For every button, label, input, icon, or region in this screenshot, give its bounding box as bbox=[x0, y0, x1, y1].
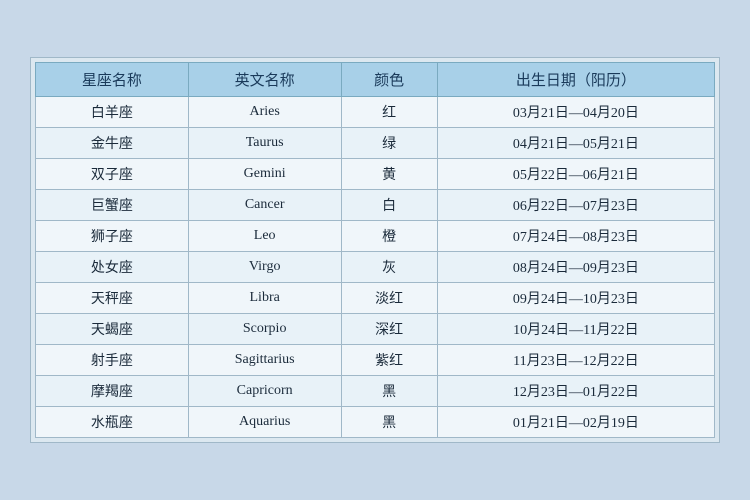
cell-chinese-name: 金牛座 bbox=[36, 128, 189, 159]
cell-english-name: Capricorn bbox=[188, 376, 341, 407]
table-row: 天蝎座Scorpio深红10月24日—11月22日 bbox=[36, 314, 715, 345]
cell-english-name: Gemini bbox=[188, 159, 341, 190]
cell-dates: 01月21日—02月19日 bbox=[437, 407, 714, 438]
cell-color: 黑 bbox=[341, 407, 437, 438]
cell-chinese-name: 双子座 bbox=[36, 159, 189, 190]
cell-english-name: Taurus bbox=[188, 128, 341, 159]
cell-dates: 07月24日—08月23日 bbox=[437, 221, 714, 252]
cell-chinese-name: 天蝎座 bbox=[36, 314, 189, 345]
table-row: 双子座Gemini黄05月22日—06月21日 bbox=[36, 159, 715, 190]
cell-chinese-name: 巨蟹座 bbox=[36, 190, 189, 221]
cell-color: 深红 bbox=[341, 314, 437, 345]
table-row: 狮子座Leo橙07月24日—08月23日 bbox=[36, 221, 715, 252]
cell-chinese-name: 狮子座 bbox=[36, 221, 189, 252]
table-row: 金牛座Taurus绿04月21日—05月21日 bbox=[36, 128, 715, 159]
cell-english-name: Virgo bbox=[188, 252, 341, 283]
table-row: 水瓶座Aquarius黑01月21日—02月19日 bbox=[36, 407, 715, 438]
cell-chinese-name: 水瓶座 bbox=[36, 407, 189, 438]
cell-dates: 11月23日—12月22日 bbox=[437, 345, 714, 376]
table-header-row: 星座名称 英文名称 颜色 出生日期（阳历） bbox=[36, 63, 715, 97]
cell-dates: 06月22日—07月23日 bbox=[437, 190, 714, 221]
cell-english-name: Scorpio bbox=[188, 314, 341, 345]
cell-english-name: Sagittarius bbox=[188, 345, 341, 376]
cell-chinese-name: 白羊座 bbox=[36, 97, 189, 128]
cell-color: 紫红 bbox=[341, 345, 437, 376]
cell-color: 红 bbox=[341, 97, 437, 128]
cell-color: 淡红 bbox=[341, 283, 437, 314]
cell-color: 灰 bbox=[341, 252, 437, 283]
cell-chinese-name: 射手座 bbox=[36, 345, 189, 376]
cell-dates: 12月23日—01月22日 bbox=[437, 376, 714, 407]
cell-dates: 10月24日—11月22日 bbox=[437, 314, 714, 345]
table-row: 射手座Sagittarius紫红11月23日—12月22日 bbox=[36, 345, 715, 376]
table-row: 摩羯座Capricorn黑12月23日—01月22日 bbox=[36, 376, 715, 407]
header-english-name: 英文名称 bbox=[188, 63, 341, 97]
header-dates: 出生日期（阳历） bbox=[437, 63, 714, 97]
table-row: 巨蟹座Cancer白06月22日—07月23日 bbox=[36, 190, 715, 221]
header-chinese-name: 星座名称 bbox=[36, 63, 189, 97]
cell-chinese-name: 天秤座 bbox=[36, 283, 189, 314]
header-color: 颜色 bbox=[341, 63, 437, 97]
cell-chinese-name: 摩羯座 bbox=[36, 376, 189, 407]
cell-english-name: Cancer bbox=[188, 190, 341, 221]
cell-color: 绿 bbox=[341, 128, 437, 159]
cell-english-name: Aries bbox=[188, 97, 341, 128]
zodiac-table: 星座名称 英文名称 颜色 出生日期（阳历） 白羊座Aries红03月21日—04… bbox=[35, 62, 715, 438]
cell-english-name: Aquarius bbox=[188, 407, 341, 438]
table-body: 白羊座Aries红03月21日—04月20日金牛座Taurus绿04月21日—0… bbox=[36, 97, 715, 438]
cell-english-name: Libra bbox=[188, 283, 341, 314]
cell-dates: 05月22日—06月21日 bbox=[437, 159, 714, 190]
cell-english-name: Leo bbox=[188, 221, 341, 252]
cell-color: 橙 bbox=[341, 221, 437, 252]
zodiac-table-container: 星座名称 英文名称 颜色 出生日期（阳历） 白羊座Aries红03月21日—04… bbox=[30, 57, 720, 443]
cell-color: 黄 bbox=[341, 159, 437, 190]
cell-chinese-name: 处女座 bbox=[36, 252, 189, 283]
table-row: 白羊座Aries红03月21日—04月20日 bbox=[36, 97, 715, 128]
table-row: 处女座Virgo灰08月24日—09月23日 bbox=[36, 252, 715, 283]
cell-dates: 03月21日—04月20日 bbox=[437, 97, 714, 128]
cell-dates: 04月21日—05月21日 bbox=[437, 128, 714, 159]
cell-color: 黑 bbox=[341, 376, 437, 407]
cell-dates: 08月24日—09月23日 bbox=[437, 252, 714, 283]
cell-color: 白 bbox=[341, 190, 437, 221]
cell-dates: 09月24日—10月23日 bbox=[437, 283, 714, 314]
table-row: 天秤座Libra淡红09月24日—10月23日 bbox=[36, 283, 715, 314]
